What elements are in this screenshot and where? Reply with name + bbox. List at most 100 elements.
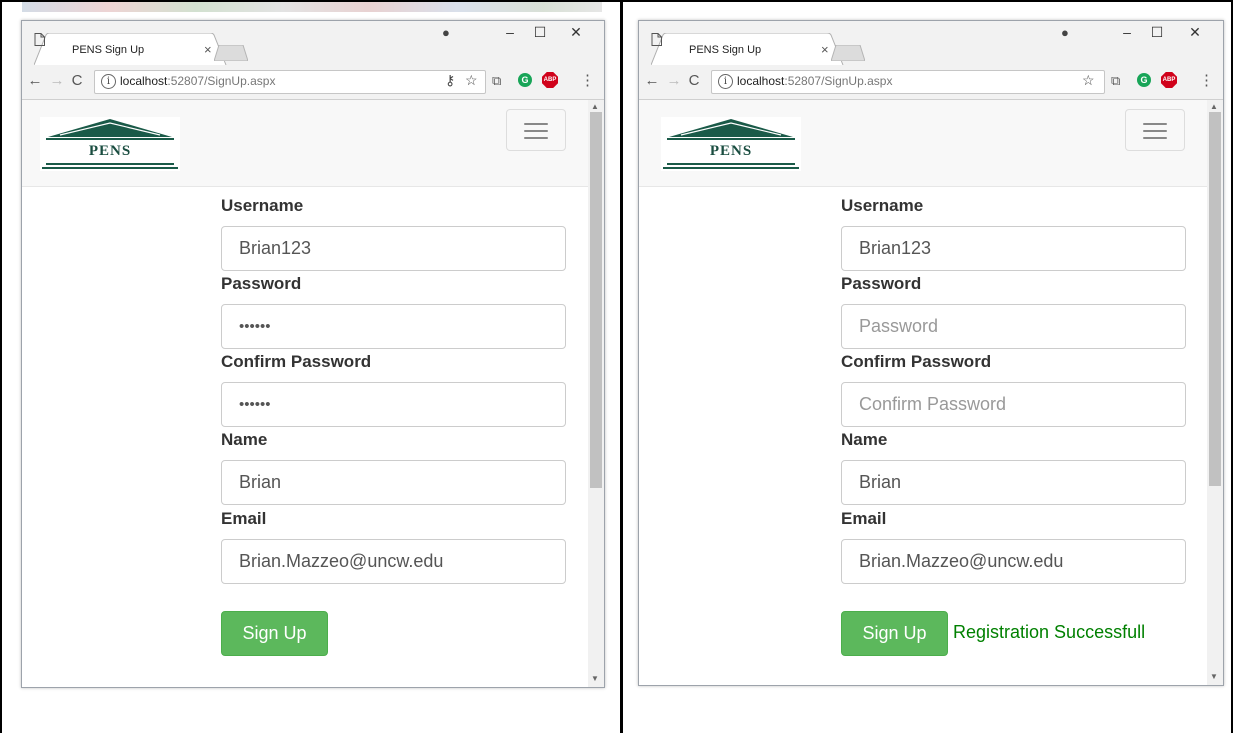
- username-input[interactable]: Brian123: [221, 226, 566, 271]
- menu-bar-icon: [524, 137, 548, 139]
- hamburger-menu-button[interactable]: [506, 109, 566, 151]
- close-window-icon[interactable]: ✕: [562, 24, 590, 41]
- username-input[interactable]: Brian123: [841, 226, 1186, 271]
- hamburger-menu-button[interactable]: [1125, 109, 1185, 151]
- browser-toolbar: ← → C i localhost:52807/SignUp.aspx ⚷ ☆ …: [22, 65, 604, 100]
- background-taskbar-strip: [22, 2, 602, 12]
- scrollbar-thumb[interactable]: [1209, 112, 1221, 486]
- title-bar: PENS Sign Up × ● – ☐ ✕: [639, 21, 1223, 65]
- url-text: localhost:52807/SignUp.aspx: [737, 74, 892, 88]
- email-input[interactable]: Brian.Mazzeo@uncw.edu: [221, 539, 566, 584]
- tab-title: PENS Sign Up: [689, 44, 762, 56]
- new-tab-button[interactable]: [831, 45, 865, 61]
- close-tab-icon[interactable]: ×: [204, 42, 212, 57]
- confirm-password-input[interactable]: ••••••: [221, 382, 566, 427]
- adblock-icon[interactable]: ABP: [1161, 72, 1177, 88]
- url-path: :52807/SignUp.aspx: [167, 74, 276, 88]
- sign-up-button[interactable]: Sign Up: [221, 611, 328, 656]
- url-host: localhost: [737, 74, 785, 88]
- menu-bar-icon: [1143, 137, 1167, 139]
- registration-status-message: Registration Successfull: [953, 622, 1146, 642]
- forward-icon[interactable]: →: [48, 72, 66, 89]
- address-bar[interactable]: i localhost:52807/SignUp.aspx ☆: [711, 70, 1105, 94]
- account-icon[interactable]: ●: [1061, 25, 1069, 40]
- info-icon[interactable]: i: [101, 74, 116, 89]
- back-icon[interactable]: ←: [26, 72, 44, 89]
- tab-title: PENS Sign Up: [72, 44, 145, 56]
- password-input[interactable]: Password: [841, 304, 1186, 349]
- tab-pens-sign-up[interactable]: PENS Sign Up ×: [34, 33, 230, 65]
- menu-bar-icon: [1143, 123, 1167, 125]
- name-input[interactable]: Brian: [841, 460, 1186, 505]
- cast-icon[interactable]: ⧉: [1111, 73, 1120, 89]
- name-label: Name: [221, 430, 268, 449]
- logo-text: PENS: [88, 143, 132, 159]
- name-label: Name: [841, 430, 888, 449]
- menu-bar-icon: [524, 130, 548, 132]
- menu-bar-icon: [1143, 130, 1167, 132]
- username-label: Username: [841, 196, 924, 215]
- info-icon[interactable]: i: [718, 74, 733, 89]
- email-input[interactable]: Brian.Mazzeo@uncw.edu: [841, 539, 1186, 584]
- maximize-icon[interactable]: ☐: [1143, 24, 1171, 41]
- scrollbar-thumb[interactable]: [590, 112, 602, 488]
- logo-text: PENS: [709, 143, 753, 159]
- name-input[interactable]: Brian: [221, 460, 566, 505]
- site-navbar: PENS: [22, 100, 588, 187]
- address-bar[interactable]: i localhost:52807/SignUp.aspx ⚷ ☆: [94, 70, 486, 94]
- sign-up-button[interactable]: Sign Up: [841, 611, 948, 656]
- page-viewport: PENS Username Brian123 Password Password…: [639, 100, 1223, 685]
- confirm-password-label: Confirm Password: [841, 352, 992, 371]
- menu-bar-icon: [524, 123, 548, 125]
- frame-divider: [620, 0, 623, 733]
- url-text: localhost:52807/SignUp.aspx: [120, 74, 275, 88]
- minimize-icon[interactable]: –: [496, 24, 524, 40]
- pens-logo[interactable]: PENS: [40, 117, 180, 171]
- tab-pens-sign-up[interactable]: PENS Sign Up ×: [651, 33, 847, 65]
- email-label: Email: [221, 509, 267, 528]
- page-scrollbar[interactable]: ▲ ▼: [588, 100, 604, 687]
- page-viewport: PENS Username Brian123 Password •••••• C…: [22, 100, 604, 687]
- new-tab-button[interactable]: [214, 45, 248, 61]
- maximize-icon[interactable]: ☐: [526, 24, 554, 41]
- title-bar: PENS Sign Up × ● – ☐ ✕: [22, 21, 604, 65]
- reload-icon[interactable]: C: [68, 72, 86, 89]
- confirm-password-input[interactable]: Confirm Password: [841, 382, 1186, 427]
- menu-dots-icon[interactable]: ⋮: [1199, 71, 1214, 89]
- page-scrollbar[interactable]: ▲ ▼: [1207, 100, 1223, 685]
- star-icon[interactable]: ☆: [465, 72, 478, 89]
- cast-icon[interactable]: ⧉: [492, 73, 501, 89]
- password-label: Password: [841, 274, 922, 293]
- forward-icon[interactable]: →: [665, 72, 683, 89]
- back-icon[interactable]: ←: [643, 72, 661, 89]
- confirm-password-label: Confirm Password: [221, 352, 372, 371]
- menu-dots-icon[interactable]: ⋮: [580, 71, 595, 89]
- scroll-down-icon[interactable]: ▼: [1210, 672, 1218, 681]
- adblock-icon[interactable]: ABP: [542, 72, 558, 88]
- close-window-icon[interactable]: ✕: [1181, 24, 1209, 41]
- page-icon: [651, 33, 662, 46]
- page-icon: [34, 33, 45, 46]
- grammarly-icon[interactable]: G: [518, 73, 532, 87]
- browser-window-left: PENS Sign Up × ● – ☐ ✕ ← → C i localhost…: [21, 20, 605, 688]
- grammarly-icon[interactable]: G: [1137, 73, 1151, 87]
- frame-border: [0, 0, 2, 733]
- star-icon[interactable]: ☆: [1082, 72, 1095, 89]
- browser-window-right: PENS Sign Up × ● – ☐ ✕ ← → C i localhost…: [638, 20, 1224, 686]
- key-icon[interactable]: ⚷: [445, 72, 455, 89]
- password-label: Password: [221, 274, 302, 293]
- account-icon[interactable]: ●: [442, 25, 450, 40]
- url-host: localhost: [120, 74, 168, 88]
- reload-icon[interactable]: C: [685, 72, 703, 89]
- close-tab-icon[interactable]: ×: [821, 42, 829, 57]
- browser-toolbar: ← → C i localhost:52807/SignUp.aspx ☆ ⧉ …: [639, 65, 1223, 100]
- password-input[interactable]: ••••••: [221, 304, 566, 349]
- minimize-icon[interactable]: –: [1113, 24, 1141, 40]
- site-navbar: PENS: [639, 100, 1207, 187]
- scroll-down-icon[interactable]: ▼: [591, 674, 599, 683]
- scroll-up-icon[interactable]: ▲: [1210, 102, 1218, 111]
- scroll-up-icon[interactable]: ▲: [591, 102, 599, 111]
- username-label: Username: [221, 196, 304, 215]
- url-path: :52807/SignUp.aspx: [784, 74, 893, 88]
- pens-logo[interactable]: PENS: [661, 117, 801, 171]
